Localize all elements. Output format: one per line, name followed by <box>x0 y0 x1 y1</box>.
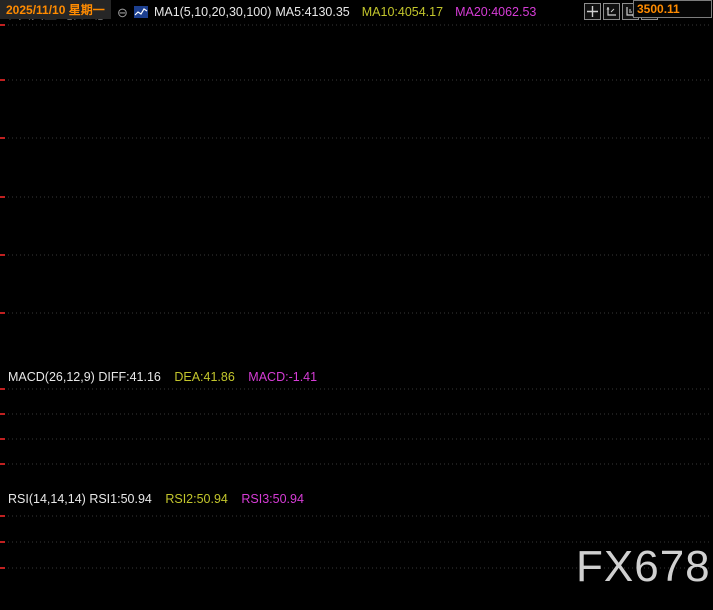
ma20-value: MA20:4062.53 <box>455 5 537 19</box>
crosshair-move-icon[interactable] <box>584 3 601 20</box>
gold-chart-app: 现货黄金 【日线】 ⊖ MA1(5,10,20,30,100) MA5:4130… <box>0 0 713 610</box>
ma10-value: MA10:4054.17 <box>361 5 444 19</box>
time-axis-date-label: 2025/11/10 星期一 <box>0 0 111 19</box>
fx678-watermark: FX678 <box>576 542 711 591</box>
ma5-value: MA5:4130.35 <box>275 5 350 19</box>
rsi2-value: RSI2:50.94 <box>165 492 228 506</box>
macd-name-and-diff: MACD(26,12,9) DIFF:41.16 <box>8 370 161 384</box>
ma-params-label: MA1(5,10,20,30,100) <box>153 5 272 19</box>
macd-dea-value: DEA:41.86 <box>174 370 235 384</box>
rsi-name-and-rsi1: RSI(14,14,14) RSI1:50.94 <box>8 492 152 506</box>
price-box-label: 3500.11 <box>633 0 712 18</box>
candlestick-mini-icon <box>133 5 148 19</box>
axis-scale-left-icon[interactable] <box>603 3 620 20</box>
rsi3-value: RSI3:50.94 <box>241 492 304 506</box>
macd-hist-value: MACD:-1.41 <box>248 370 318 384</box>
chart-canvas[interactable] <box>0 0 713 610</box>
rsi-header: RSI(14,14,14) RSI1:50.94 RSI2:50.94 RSI3… <box>8 492 304 506</box>
macd-header: MACD(26,12,9) DIFF:41.16 DEA:41.86 MACD:… <box>8 370 317 384</box>
collapse-icon[interactable]: ⊖ <box>117 6 128 19</box>
